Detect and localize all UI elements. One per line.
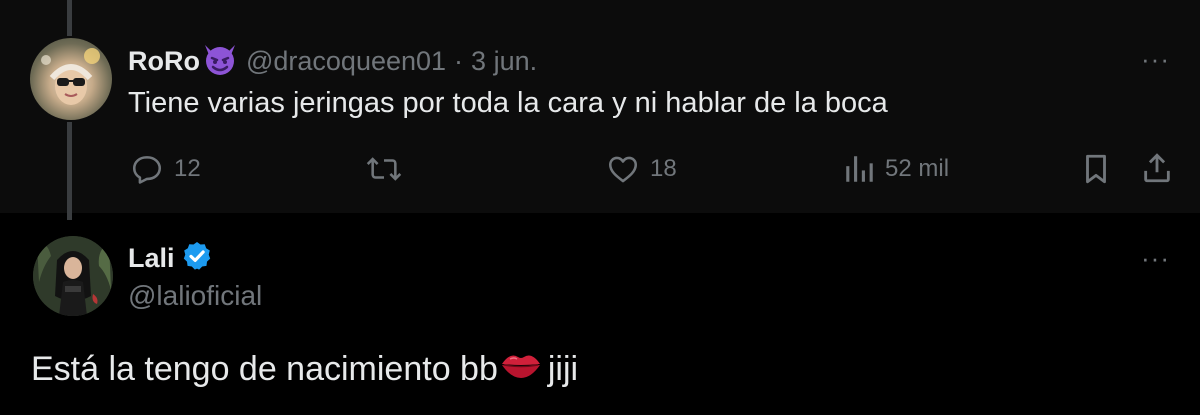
kiss-lips-emoji-icon — [500, 350, 542, 389]
share-icon — [1141, 151, 1173, 185]
avatar[interactable] — [33, 236, 113, 316]
separator-dot: · — [454, 46, 464, 76]
tweet-thread: RoRo @dracoqueen01 · 3 jun. ··· Tiene va… — [0, 0, 1200, 415]
avatar[interactable] — [30, 38, 112, 120]
like-count: 18 — [650, 155, 677, 182]
avatar-image — [33, 236, 113, 316]
reply-count: 12 — [174, 155, 201, 182]
main-handle-row: @lalioficial — [128, 280, 262, 312]
author-handle[interactable]: @dracoqueen01 — [246, 46, 446, 77]
more-options-button[interactable]: ··· — [1141, 44, 1170, 75]
share-button[interactable] — [1141, 151, 1173, 185]
retweet-icon — [365, 152, 403, 186]
reply-tweet[interactable]: RoRo @dracoqueen01 · 3 jun. ··· Tiene va… — [0, 0, 1200, 220]
thread-line-top — [67, 0, 72, 36]
devil-emoji-icon — [202, 42, 238, 81]
author-handle[interactable]: @lalioficial — [128, 280, 262, 312]
views-button[interactable]: 52 mil — [843, 152, 949, 186]
tweet-text: Tiene varias jeringas por toda la cara y… — [128, 87, 888, 119]
like-button[interactable]: 18 — [606, 152, 677, 186]
retweet-button[interactable] — [365, 152, 413, 186]
thread-line-bottom — [67, 122, 72, 220]
tweet-text: Está la tengo de nacimiento bb — [31, 350, 498, 388]
author-name[interactable]: Lali — [128, 243, 175, 274]
author-name[interactable]: RoRo — [128, 46, 200, 77]
reply-button[interactable]: 12 — [130, 152, 201, 186]
tweet-text-row: Está la tengo de nacimiento bb jiji — [31, 350, 578, 389]
tweet-text-suffix: jiji — [547, 350, 579, 388]
avatar-image — [41, 48, 100, 105]
verified-badge-icon — [181, 240, 213, 277]
bookmark-button[interactable] — [1081, 152, 1111, 186]
main-header: Lali — [128, 240, 213, 277]
speech-bubble-icon — [130, 152, 164, 186]
more-options-button[interactable]: ··· — [1141, 243, 1170, 274]
heart-icon — [606, 152, 640, 186]
reply-header: RoRo @dracoqueen01 · 3 jun. — [128, 42, 537, 81]
bar-chart-icon — [843, 152, 875, 186]
view-count: 52 mil — [885, 155, 950, 182]
bookmark-icon — [1081, 152, 1111, 186]
tweet-date[interactable]: 3 jun. — [471, 46, 537, 77]
